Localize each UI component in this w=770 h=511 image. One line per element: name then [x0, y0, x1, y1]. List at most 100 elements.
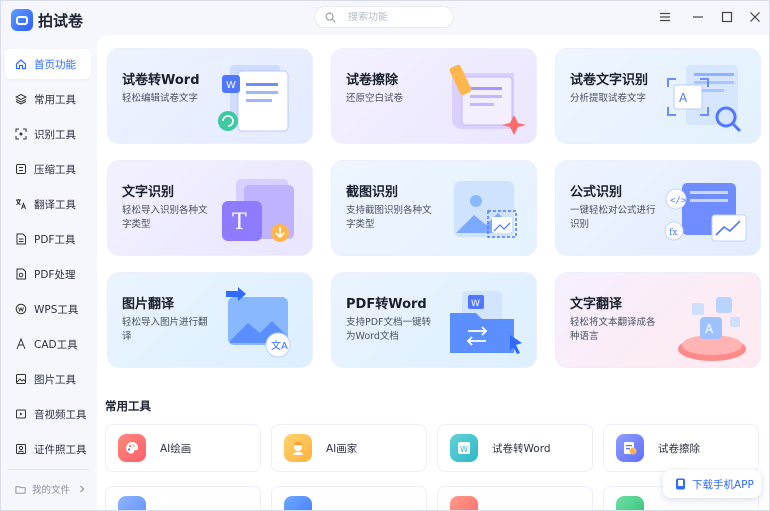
card-title: 试卷文字识别 — [570, 73, 649, 88]
tool-label: 试卷转Word — [492, 442, 551, 455]
search-input[interactable] — [348, 11, 438, 23]
card-title: 截图识别 — [346, 185, 399, 200]
eraser-icon — [449, 64, 526, 135]
tool-partial-2[interactable] — [271, 486, 427, 510]
image-translate-icon: 文A — [226, 287, 291, 358]
card-exam-to-word[interactable]: 试卷转Word 轻松编辑试卷文字 W — [107, 48, 313, 144]
svg-text:T: T — [232, 210, 247, 235]
sidebar-item-label: PDF处理 — [34, 268, 76, 281]
sidebar: 首页功能 常用工具 识别工具 压缩工具 翻译工具 PDF工具 PDF处理 WPS… — [1, 41, 97, 510]
svg-text:</>: </> — [670, 196, 687, 206]
close-icon[interactable] — [748, 10, 762, 24]
card-desc: 还原空白试卷 — [346, 93, 404, 104]
minimize-icon[interactable] — [691, 10, 705, 24]
menu-icon[interactable] — [658, 10, 672, 24]
screenshot-icon — [454, 181, 517, 238]
search-box[interactable] — [314, 6, 454, 28]
svg-text:A: A — [679, 91, 688, 105]
sidebar-item-video[interactable]: 音视频工具 — [5, 399, 91, 429]
card-exam-text-ocr[interactable]: 试卷文字识别 分析提取试卷文字 A — [555, 48, 761, 144]
tool-partial-3[interactable] — [437, 486, 593, 510]
sidebar-item-compress[interactable]: 压缩工具 — [5, 154, 91, 184]
tool-icon — [450, 496, 478, 510]
card-title: 文字识别 — [122, 185, 175, 200]
app-title: 拍试卷 — [38, 12, 84, 30]
card-screenshot-ocr[interactable]: 截图识别 支持截图识别各种文字类型 — [331, 160, 537, 256]
card-text-translate[interactable]: 文字翻译 轻松将文本翻译成各种语言 A — [555, 272, 761, 368]
tool-ai-artist[interactable]: AI画家 — [271, 424, 427, 472]
sidebar-item-common[interactable]: 常用工具 — [5, 84, 91, 114]
sidebar-item-id-photo[interactable]: 证件照工具 — [5, 434, 91, 464]
card-desc: 支持截图识别各种文字类型 — [346, 205, 432, 230]
tool-exam-to-word[interactable]: W 试卷转Word — [437, 424, 593, 472]
tool-ai-painting[interactable]: AI绘画 — [105, 424, 261, 472]
sidebar-item-home[interactable]: 首页功能 — [5, 49, 91, 79]
svg-text:W: W — [471, 299, 480, 309]
card-image-translate[interactable]: 图片翻译 轻松导入图片进行翻译 文A — [107, 272, 313, 368]
artist-avatar-icon — [284, 434, 312, 462]
text-scan-icon: A — [667, 65, 742, 133]
pdf-convert-icon: W — [450, 291, 522, 354]
card-pdf-to-word[interactable]: PDF转Word 支持PDF文档一键转为Word文档 W — [331, 272, 537, 368]
card-title: PDF转Word — [346, 297, 427, 312]
sidebar-item-pdf-tools[interactable]: PDF工具 — [5, 224, 91, 254]
svg-text:W: W — [460, 445, 468, 454]
sidebar-item-wps[interactable]: WPS工具 — [5, 294, 91, 324]
card-formula-ocr[interactable]: 公式识别 一键轻松对公式进行识别 </> fx — [555, 160, 761, 256]
maximize-icon[interactable] — [720, 10, 734, 24]
palette-icon — [118, 434, 146, 462]
common-tools-title: 常用工具 — [105, 399, 151, 413]
sidebar-item-image[interactable]: 图片工具 — [5, 364, 91, 394]
card-desc: 轻松编辑试卷文字 — [122, 93, 199, 104]
tool-label: AI绘画 — [160, 442, 192, 455]
my-files-link[interactable]: 我的文件 — [15, 482, 86, 496]
sidebar-item-label: PDF工具 — [34, 233, 76, 246]
card-exam-erase[interactable]: 试卷擦除 还原空白试卷 — [331, 48, 537, 144]
tool-label: 试卷擦除 — [658, 442, 700, 455]
card-desc: 分析提取试卷文字 — [570, 93, 647, 104]
scan-icon — [15, 128, 27, 140]
app-window: 拍试卷 首页功能 常用工具 识别工具 — [0, 0, 770, 511]
sidebar-item-pdf-process[interactable]: PDF处理 — [5, 259, 91, 289]
svg-text:W: W — [226, 80, 236, 91]
word-document-icon: W — [218, 65, 289, 132]
sidebar-item-label: 压缩工具 — [34, 163, 76, 176]
card-title: 文字翻译 — [570, 297, 623, 312]
chevron-right-icon — [80, 485, 85, 493]
sidebar-item-label: 图片工具 — [34, 373, 76, 386]
language-translate-icon: A — [678, 297, 746, 361]
main-content: 试卷转Word 轻松编辑试卷文字 W 试卷擦除 还原空白试卷 试卷文字识别 分析… — [97, 35, 769, 510]
app-logo — [11, 9, 33, 31]
card-title: 试卷擦除 — [346, 73, 399, 88]
video-icon — [15, 408, 27, 420]
tool-exam-erase[interactable]: 试卷擦除 — [603, 424, 759, 472]
formula-icon: </> fx — [664, 183, 747, 242]
erase-file-icon — [616, 434, 644, 462]
sidebar-item-translate[interactable]: 翻译工具 — [5, 189, 91, 219]
sidebar-item-label: 常用工具 — [34, 93, 76, 106]
sidebar-item-label: CAD工具 — [34, 338, 78, 351]
card-text-ocr[interactable]: 文字识别 轻松导入识别各种文字类型 T — [107, 160, 313, 256]
id-photo-icon — [15, 443, 27, 455]
sidebar-item-ocr[interactable]: 识别工具 — [5, 119, 91, 149]
word-file-icon: W — [450, 434, 478, 462]
tool-icon — [616, 496, 644, 510]
download-app-button[interactable]: 下载手机APP — [663, 470, 761, 498]
sidebar-divider — [7, 469, 89, 470]
tool-label: AI画家 — [326, 442, 358, 455]
card-title: 图片翻译 — [122, 297, 175, 312]
translate-icon — [15, 198, 27, 210]
sidebar-item-label: 音视频工具 — [34, 408, 87, 421]
sidebar-item-cad[interactable]: CAD工具 — [5, 329, 91, 359]
compress-icon — [15, 163, 27, 175]
sidebar-item-label: 证件照工具 — [34, 443, 87, 456]
my-files-label: 我的文件 — [32, 485, 71, 496]
card-title: 试卷转Word — [122, 73, 200, 88]
tool-partial-1[interactable] — [105, 486, 261, 510]
card-title: 公式识别 — [570, 185, 623, 200]
card-desc: 一键轻松对公式进行识别 — [570, 205, 656, 230]
title-bar: 拍试卷 — [1, 1, 769, 35]
text-document-icon: T — [222, 179, 294, 242]
sidebar-item-label: 识别工具 — [34, 128, 76, 141]
svg-text:fx: fx — [669, 228, 677, 238]
